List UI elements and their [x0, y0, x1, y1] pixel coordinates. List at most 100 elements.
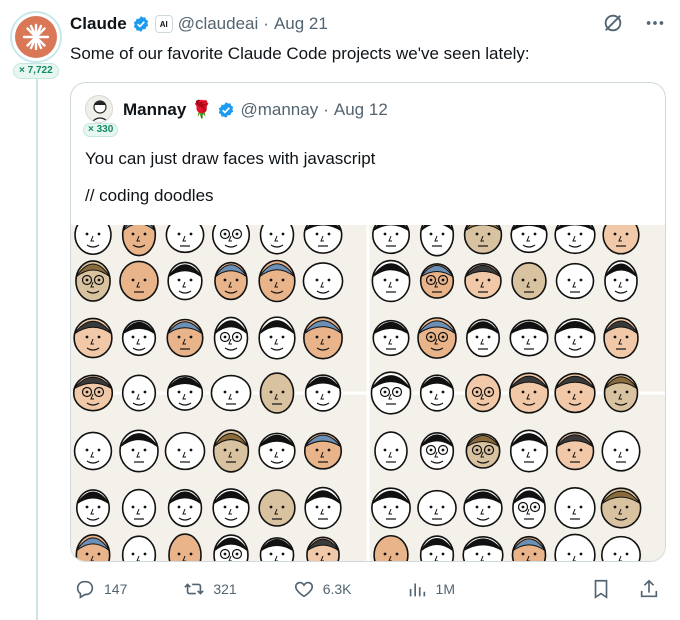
doodle-face: [417, 317, 457, 359]
doodle-face: [554, 487, 596, 529]
quote-author-name[interactable]: Mannay: [123, 100, 186, 120]
doodle-faces-image[interactable]: [71, 225, 666, 562]
action-bar: 147 321 6.3K 1M: [70, 578, 666, 600]
doodle-face: [259, 225, 295, 255]
doodle-face: [166, 375, 204, 411]
doodle-face: [119, 260, 159, 302]
doodle-face: [213, 316, 249, 360]
like-button[interactable]: 6.3K: [293, 578, 352, 600]
views-button[interactable]: 1M: [406, 578, 455, 600]
mannay-avatar[interactable]: [85, 95, 113, 123]
doodle-face: [371, 259, 411, 303]
doodle-face: [303, 225, 343, 254]
doodle-face: [463, 225, 503, 255]
doodle-face: [555, 431, 595, 471]
doodle-face: [464, 262, 502, 300]
doodle-face: [258, 432, 296, 470]
reply-count: 147: [104, 581, 128, 597]
views-icon: [409, 583, 425, 597]
doodle-face: [259, 372, 295, 414]
doodle-face: [374, 431, 408, 471]
doodle-face: [465, 433, 501, 469]
thread-line: [36, 78, 38, 620]
doodle-face: [555, 262, 595, 300]
share-icon[interactable]: [638, 578, 660, 600]
verified-icon: [133, 16, 148, 32]
doodle-face: [554, 372, 596, 414]
doodle-face: [465, 318, 501, 358]
doodle-face: [372, 319, 410, 357]
quote-text-line1: You can just draw faces with javascript: [85, 149, 376, 168]
tweet-date[interactable]: Aug 21: [274, 14, 328, 34]
doodle-face: [210, 374, 252, 412]
repost-button[interactable]: 321: [183, 578, 237, 600]
view-count: 1M: [435, 581, 455, 597]
reply-icon: [76, 580, 94, 599]
quote-followers-badge: × 330: [83, 123, 119, 137]
affiliation-badge[interactable]: AI: [154, 15, 173, 33]
doodle-face: [164, 431, 206, 471]
doodle-face: [214, 261, 248, 301]
doodle-face: [165, 225, 205, 254]
doodle-face: [370, 371, 412, 415]
doodle-face: [601, 430, 641, 472]
doodle-face: [509, 372, 549, 414]
claude-avatar[interactable]: [10, 11, 62, 63]
doodle-face: [258, 489, 296, 527]
quote-handle[interactable]: @mannay: [240, 100, 318, 120]
dot-separator: ·: [323, 100, 329, 119]
grok-icon[interactable]: [602, 12, 624, 34]
heart-icon: [294, 581, 313, 598]
doodle-face: [302, 262, 344, 300]
doodle-face: [75, 260, 111, 302]
doodle-face: [463, 488, 503, 528]
doodle-face: [419, 374, 455, 412]
share-actions: [590, 578, 660, 600]
doodle-face: [372, 225, 410, 255]
tweet-text: Some of our favorite Claude Code project…: [70, 44, 530, 63]
doodle-face: [509, 319, 549, 357]
doodle-face: [510, 225, 548, 254]
doodle-face: [258, 316, 296, 360]
doodle-face: [167, 488, 203, 528]
doodle-face: [554, 318, 596, 358]
doodle-face: [119, 429, 159, 473]
doodle-face: [73, 317, 113, 359]
doodle-face: [212, 488, 250, 528]
doodle-face: [604, 260, 638, 302]
reply-button[interactable]: 147: [74, 578, 127, 600]
doodle-face: [72, 374, 114, 412]
top-icons: [602, 12, 666, 34]
quote-text-line2: // coding doodles: [85, 186, 214, 205]
doodle-face: [258, 259, 296, 303]
verified-icon: [219, 102, 234, 118]
doodle-face: [303, 432, 343, 470]
doodle-face: [419, 431, 455, 471]
doodle-face: [121, 374, 157, 412]
doodle-face: [554, 225, 596, 255]
doodle-face: [211, 225, 251, 255]
more-icon[interactable]: [644, 12, 666, 34]
author-name[interactable]: Claude: [70, 14, 127, 34]
repost-icon: [184, 583, 205, 595]
doodle-face: [602, 225, 640, 255]
doodle-face: [512, 487, 546, 529]
bookmark-icon[interactable]: [590, 578, 612, 600]
quote-header: Mannay 🌹 @mannay · Aug 12: [123, 100, 388, 120]
doodle-face: [167, 261, 203, 301]
followers-badge: × 7,722: [13, 63, 59, 79]
quote-date[interactable]: Aug 12: [334, 100, 388, 120]
doodle-face: [166, 318, 204, 358]
doodle-face: [121, 319, 157, 357]
doodle-face: [74, 225, 112, 256]
doodle-face: [303, 316, 343, 360]
doodle-face: [121, 488, 157, 528]
author-handle[interactable]: @claudeai: [178, 14, 259, 34]
doodle-face: [465, 373, 501, 413]
doodle-face: [212, 429, 250, 473]
claude-logo-icon: [15, 16, 57, 58]
doodle-face: [603, 317, 639, 359]
quoted-tweet[interactable]: × 330 Mannay 🌹 @mannay · Aug 12 You can …: [70, 82, 666, 562]
doodle-face: [511, 262, 547, 300]
doodle-face: [603, 373, 639, 413]
